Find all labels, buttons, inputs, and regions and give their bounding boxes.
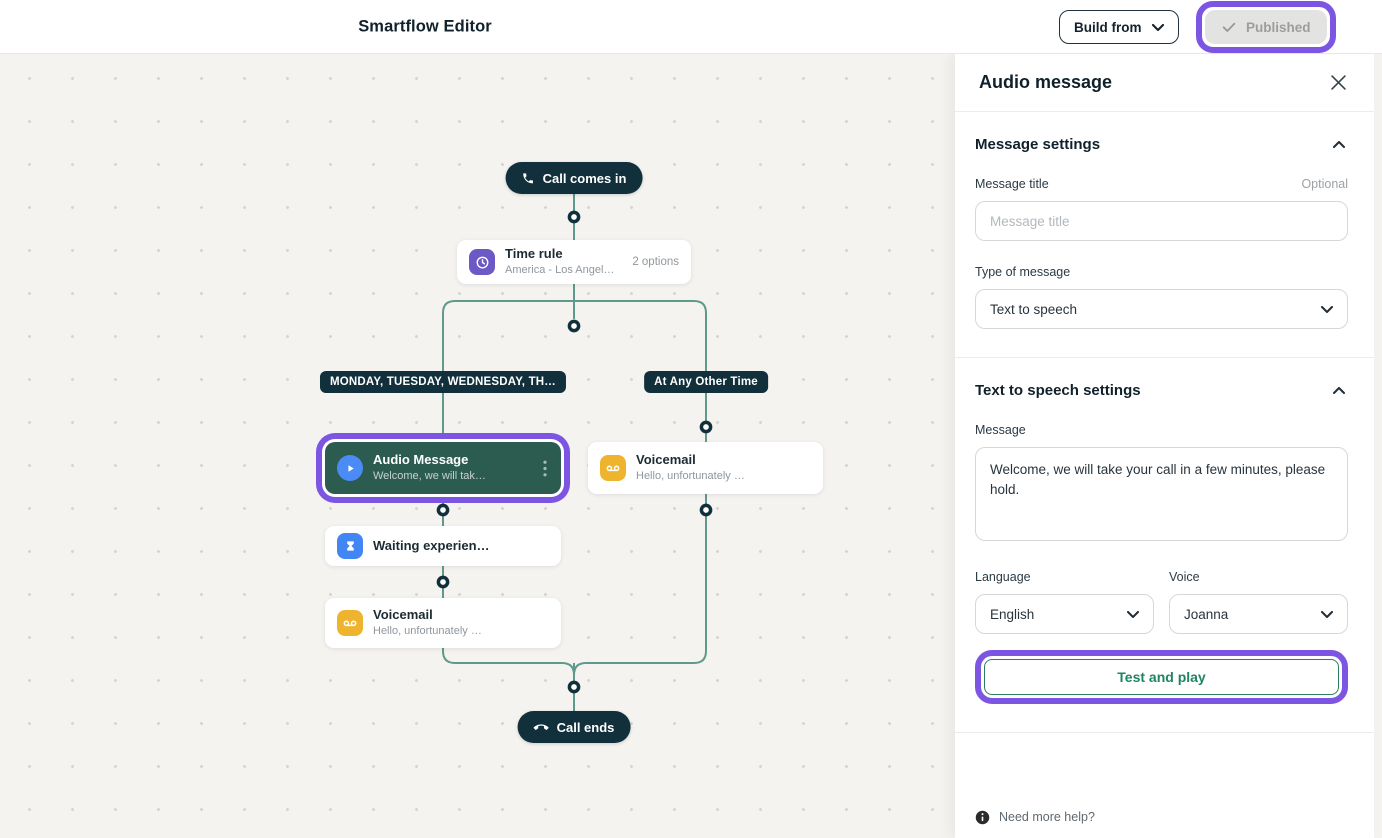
label-row: Voice xyxy=(1169,570,1348,584)
node-subtitle: America - Los Angel… xyxy=(505,263,614,277)
type-of-message-label: Type of message xyxy=(975,265,1070,279)
branch-label-weekdays[interactable]: MONDAY, TUESDAY, WEDNESDAY, TH… xyxy=(320,371,566,393)
flow-connectors xyxy=(0,0,955,838)
section-title: Text to speech settings xyxy=(975,382,1141,399)
section-message-settings: Message settings Message title Optional … xyxy=(955,112,1374,357)
message-label: Message xyxy=(975,423,1026,437)
language-select[interactable]: English xyxy=(975,594,1154,634)
node-audio-message[interactable]: Audio Message Welcome, we will tak… xyxy=(325,442,561,494)
page-title: Smartflow Editor xyxy=(358,17,492,36)
chevron-down-icon xyxy=(1321,611,1333,618)
label-row: Type of message xyxy=(975,265,1348,279)
label-row: Language xyxy=(975,570,1154,584)
check-icon xyxy=(1221,19,1237,35)
build-from-button[interactable]: Build from xyxy=(1059,10,1179,44)
section-tts-settings: Text to speech settings Message Welcome,… xyxy=(955,357,1374,732)
node-subtitle: Welcome, we will tak… xyxy=(373,469,486,483)
hourglass-icon xyxy=(337,533,363,559)
node-title: Time rule xyxy=(505,246,614,262)
section-title: Message settings xyxy=(975,136,1100,153)
close-button[interactable] xyxy=(1327,71,1350,94)
play-icon xyxy=(337,455,363,481)
node-call-ends[interactable]: Call ends xyxy=(518,711,631,743)
node-voicemail-right[interactable]: Voicemail Hello, unfortunately … xyxy=(588,442,823,494)
chevron-down-icon xyxy=(1127,611,1139,618)
node-text: Time rule America - Los Angel… xyxy=(505,246,614,278)
selected-value: Text to speech xyxy=(990,302,1077,317)
node-voicemail-left[interactable]: Voicemail Hello, unfortunately … xyxy=(325,598,561,648)
phone-icon xyxy=(522,172,535,185)
node-text: Audio Message Welcome, we will tak… xyxy=(373,452,486,484)
node-text: Voicemail Hello, unfortunately … xyxy=(636,452,745,484)
section-head: Text to speech settings xyxy=(975,382,1348,399)
node-call-comes-in[interactable]: Call comes in xyxy=(506,162,643,194)
message-title-label: Message title xyxy=(975,177,1049,191)
need-more-help-label: Need more help? xyxy=(999,810,1095,824)
voice-label: Voice xyxy=(1169,570,1200,584)
language-voice-row: Language English Voice Joanna xyxy=(975,570,1348,634)
need-more-help-link[interactable]: Need more help? xyxy=(975,802,1095,832)
voice-select[interactable]: Joanna xyxy=(1169,594,1348,634)
optional-label: Optional xyxy=(1301,177,1348,191)
divider xyxy=(955,732,1374,733)
audio-message-panel: Audio message Message settings Message t… xyxy=(955,54,1374,838)
selected-value: Joanna xyxy=(1184,607,1228,622)
info-icon xyxy=(975,810,990,825)
selected-value: English xyxy=(990,607,1034,622)
highlight-ring-published: Published xyxy=(1196,1,1336,53)
node-subtitle: Hello, unfortunately … xyxy=(636,469,745,483)
close-icon xyxy=(1331,75,1346,90)
chevron-down-icon xyxy=(1321,306,1333,313)
panel-scroll-gutter xyxy=(1374,54,1382,838)
message-title-input[interactable] xyxy=(975,201,1348,241)
published-button[interactable]: Published xyxy=(1205,10,1327,44)
node-label: Call ends xyxy=(557,720,615,735)
chevron-up-icon xyxy=(1333,387,1345,394)
options-count: 2 options xyxy=(632,256,679,268)
call-end-icon xyxy=(534,720,549,735)
top-bar: Smartflow Editor Build from Published xyxy=(0,0,1382,54)
chevron-up-icon xyxy=(1333,141,1345,148)
published-label: Published xyxy=(1246,20,1311,35)
label-row: Message title Optional xyxy=(975,177,1348,191)
branch-label-any-other-time[interactable]: At Any Other Time xyxy=(644,371,768,393)
label-row: Message xyxy=(975,423,1348,437)
node-text: Voicemail Hello, unfortunately … xyxy=(373,607,482,639)
kebab-menu-icon[interactable] xyxy=(541,458,549,479)
node-waiting-experience[interactable]: Waiting experien… xyxy=(325,526,561,566)
tts-message-textarea[interactable]: Welcome, we will take your call in a few… xyxy=(975,447,1348,541)
collapse-button[interactable] xyxy=(1330,384,1348,397)
clock-icon xyxy=(469,249,495,275)
node-label: Call comes in xyxy=(543,171,627,186)
voice-col: Voice Joanna xyxy=(1169,570,1348,634)
node-subtitle: Hello, unfortunately … xyxy=(373,624,482,638)
language-label: Language xyxy=(975,570,1031,584)
highlight-ring-test-and-play: Test and play xyxy=(975,650,1348,704)
node-title: Waiting experien… xyxy=(373,538,490,554)
node-time-rule[interactable]: Time rule America - Los Angel… 2 options xyxy=(457,240,691,284)
flow-canvas[interactable]: Call comes in Time rule America - Los An… xyxy=(0,0,955,838)
language-col: Language English xyxy=(975,570,1154,634)
voicemail-icon xyxy=(600,455,626,481)
node-title: Voicemail xyxy=(636,452,745,468)
node-title: Audio Message xyxy=(373,452,486,468)
type-of-message-select[interactable]: Text to speech xyxy=(975,289,1348,329)
panel-title: Audio message xyxy=(979,72,1112,93)
app-root: Call comes in Time rule America - Los An… xyxy=(0,0,1382,838)
voicemail-icon xyxy=(337,610,363,636)
collapse-button[interactable] xyxy=(1330,138,1348,151)
chevron-down-icon xyxy=(1152,24,1164,31)
node-title: Voicemail xyxy=(373,607,482,623)
test-and-play-button[interactable]: Test and play xyxy=(984,659,1339,695)
panel-header: Audio message xyxy=(955,54,1374,112)
build-from-label: Build from xyxy=(1074,20,1142,35)
section-head: Message settings xyxy=(975,136,1348,153)
